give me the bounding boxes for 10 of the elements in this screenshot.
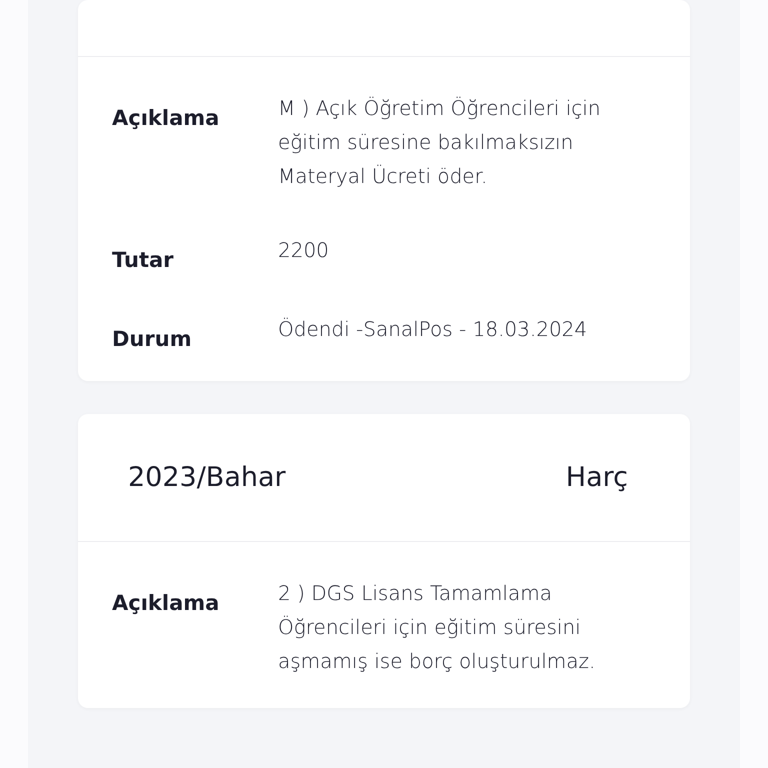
term-title: 2023/Bahar [128,462,286,493]
field-label: Durum [112,326,193,351]
field-label: Açıklama [112,105,220,132]
fee-type: Harç [566,462,628,493]
field-value: Ödendi -SanalPos - 18.03.2024 [278,316,588,343]
field-label: Tutar [112,247,175,272]
field-label: Açıklama [112,590,220,617]
field-value: M ) Açık Öğretim Öğrencileri için eğitim süresine bakılmaksızın Materyal Ücreti öder. [278,95,601,190]
field-value: 2200 [278,237,329,264]
field-value: 2 ) DGS Lisans Tamamlama Öğrencileri için eğitim süresini aşmamış ise borç oluşturulmaz. [278,580,596,675]
